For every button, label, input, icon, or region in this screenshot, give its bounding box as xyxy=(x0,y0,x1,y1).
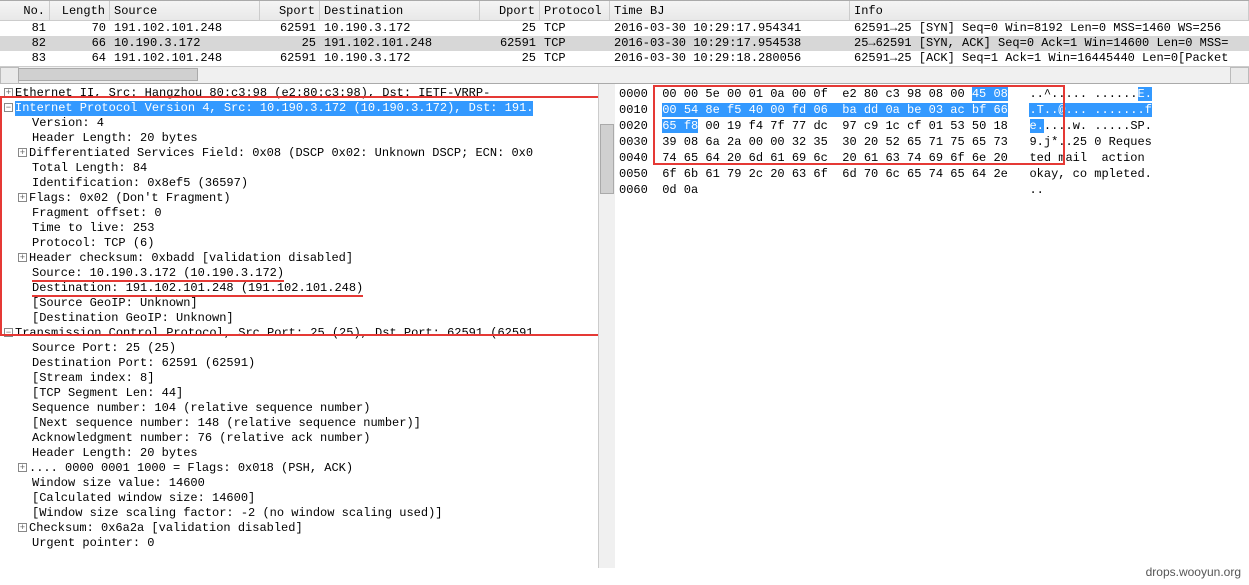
hex-row[interactable]: 0010 00 54 8e f5 40 00 fd 06 ba dd 0a be… xyxy=(619,102,1245,118)
hex-dump-pane[interactable]: 0000 00 00 5e 00 01 0a 00 0f e2 80 c3 98… xyxy=(615,84,1249,585)
collapse-icon[interactable]: − xyxy=(4,328,13,337)
col-sport[interactable]: Sport xyxy=(260,1,320,20)
tcp-urg[interactable]: Urgent pointer: 0 xyxy=(4,536,615,551)
ip-ttl[interactable]: Time to live: 253 xyxy=(4,221,615,236)
collapse-icon[interactable]: − xyxy=(4,103,13,112)
h-scrollbar[interactable] xyxy=(0,66,1249,83)
tcp-chk[interactable]: Checksum: 0x6a2a [validation disabled] xyxy=(29,521,303,535)
col-dport[interactable]: Dport xyxy=(480,1,540,20)
hex-row[interactable]: 0030 39 08 6a 2a 00 00 32 35 30 20 52 65… xyxy=(619,134,1245,150)
hex-row[interactable]: 0040 74 65 64 20 6d 61 69 6c 20 61 63 74… xyxy=(619,150,1245,166)
packet-list-header: No. Length Source Sport Destination Dpor… xyxy=(0,1,1249,21)
protocol-tree-pane[interactable]: +Ethernet II, Src: Hangzhou_80:c3:98 (e2… xyxy=(0,84,615,585)
tcp-seglen[interactable]: [TCP Segment Len: 44] xyxy=(4,386,615,401)
packet-row[interactable]: 8364191.102.101.2486259110.190.3.17225TC… xyxy=(0,51,1249,66)
hex-row[interactable]: 0060 0d 0a .. xyxy=(619,182,1245,198)
col-no[interactable]: No. xyxy=(0,1,50,20)
v-scrollbar[interactable] xyxy=(598,84,615,568)
packet-row[interactable]: 826610.190.3.17225191.102.101.24862591TC… xyxy=(0,36,1249,51)
ip-header[interactable]: Internet Protocol Version 4, Src: 10.190… xyxy=(15,101,533,116)
tcp-dport[interactable]: Destination Port: 62591 (62591) xyxy=(4,356,615,371)
ip-src[interactable]: Source: 10.190.3.172 (10.190.3.172) xyxy=(32,266,284,282)
col-source[interactable]: Source xyxy=(110,1,260,20)
expand-icon[interactable]: + xyxy=(18,148,27,157)
hex-row[interactable]: 0020 65 f8 00 19 f4 7f 77 dc 97 c9 1c cf… xyxy=(619,118,1245,134)
tcp-win[interactable]: Window size value: 14600 xyxy=(4,476,615,491)
col-length[interactable]: Length xyxy=(50,1,110,20)
eth-header[interactable]: Ethernet II, Src: Hangzhou_80:c3:98 (e2:… xyxy=(15,86,490,100)
ip-tlen[interactable]: Total Length: 84 xyxy=(4,161,615,176)
ip-version[interactable]: Version: 4 xyxy=(4,116,615,131)
tcp-nseq[interactable]: [Next sequence number: 148 (relative seq… xyxy=(4,416,615,431)
expand-icon[interactable]: + xyxy=(18,253,27,262)
ip-hlen[interactable]: Header Length: 20 bytes xyxy=(4,131,615,146)
tcp-header[interactable]: Transmission Control Protocol, Src Port:… xyxy=(15,326,533,340)
col-proto[interactable]: Protocol xyxy=(540,1,610,20)
tcp-sport[interactable]: Source Port: 25 (25) xyxy=(4,341,615,356)
ip-geoip-dst[interactable]: [Destination GeoIP: Unknown] xyxy=(4,311,615,326)
tcp-cwin[interactable]: [Calculated window size: 14600] xyxy=(4,491,615,506)
hex-row[interactable]: 0050 6f 6b 61 79 2c 20 63 6f 6d 70 6c 65… xyxy=(619,166,1245,182)
expand-icon[interactable]: + xyxy=(18,523,27,532)
tcp-wscale[interactable]: [Window size scaling factor: -2 (no wind… xyxy=(4,506,615,521)
ip-proto[interactable]: Protocol: TCP (6) xyxy=(4,236,615,251)
ip-chk[interactable]: Header checksum: 0xbadd [validation disa… xyxy=(29,251,353,265)
expand-icon[interactable]: + xyxy=(4,88,13,97)
ip-dst[interactable]: Destination: 191.102.101.248 (191.102.10… xyxy=(32,281,363,297)
ip-flags[interactable]: Flags: 0x02 (Don't Fragment) xyxy=(29,191,231,205)
col-dest[interactable]: Destination xyxy=(320,1,480,20)
col-info[interactable]: Info xyxy=(850,1,1249,20)
tcp-hlen[interactable]: Header Length: 20 bytes xyxy=(4,446,615,461)
tcp-stream[interactable]: [Stream index: 8] xyxy=(4,371,615,386)
col-time[interactable]: Time BJ xyxy=(610,1,850,20)
packet-list-pane: No. Length Source Sport Destination Dpor… xyxy=(0,1,1249,84)
ip-dscp[interactable]: Differentiated Services Field: 0x08 (DSC… xyxy=(29,146,533,160)
packet-row[interactable]: 8170191.102.101.2486259110.190.3.17225TC… xyxy=(0,21,1249,36)
expand-icon[interactable]: + xyxy=(18,193,27,202)
packet-list-body[interactable]: 8170191.102.101.2486259110.190.3.17225TC… xyxy=(0,21,1249,66)
ip-frag[interactable]: Fragment offset: 0 xyxy=(4,206,615,221)
hex-row[interactable]: 0000 00 00 5e 00 01 0a 00 0f e2 80 c3 98… xyxy=(619,86,1245,102)
ip-geoip-src[interactable]: [Source GeoIP: Unknown] xyxy=(4,296,615,311)
watermark: drops.wooyun.org xyxy=(1146,565,1241,579)
tcp-ack[interactable]: Acknowledgment number: 76 (relative ack … xyxy=(4,431,615,446)
expand-icon[interactable]: + xyxy=(18,463,27,472)
ip-id[interactable]: Identification: 0x8ef5 (36597) xyxy=(4,176,615,191)
tcp-flags[interactable]: .... 0000 0001 1000 = Flags: 0x018 (PSH,… xyxy=(29,461,353,475)
tcp-seq[interactable]: Sequence number: 104 (relative sequence … xyxy=(4,401,615,416)
